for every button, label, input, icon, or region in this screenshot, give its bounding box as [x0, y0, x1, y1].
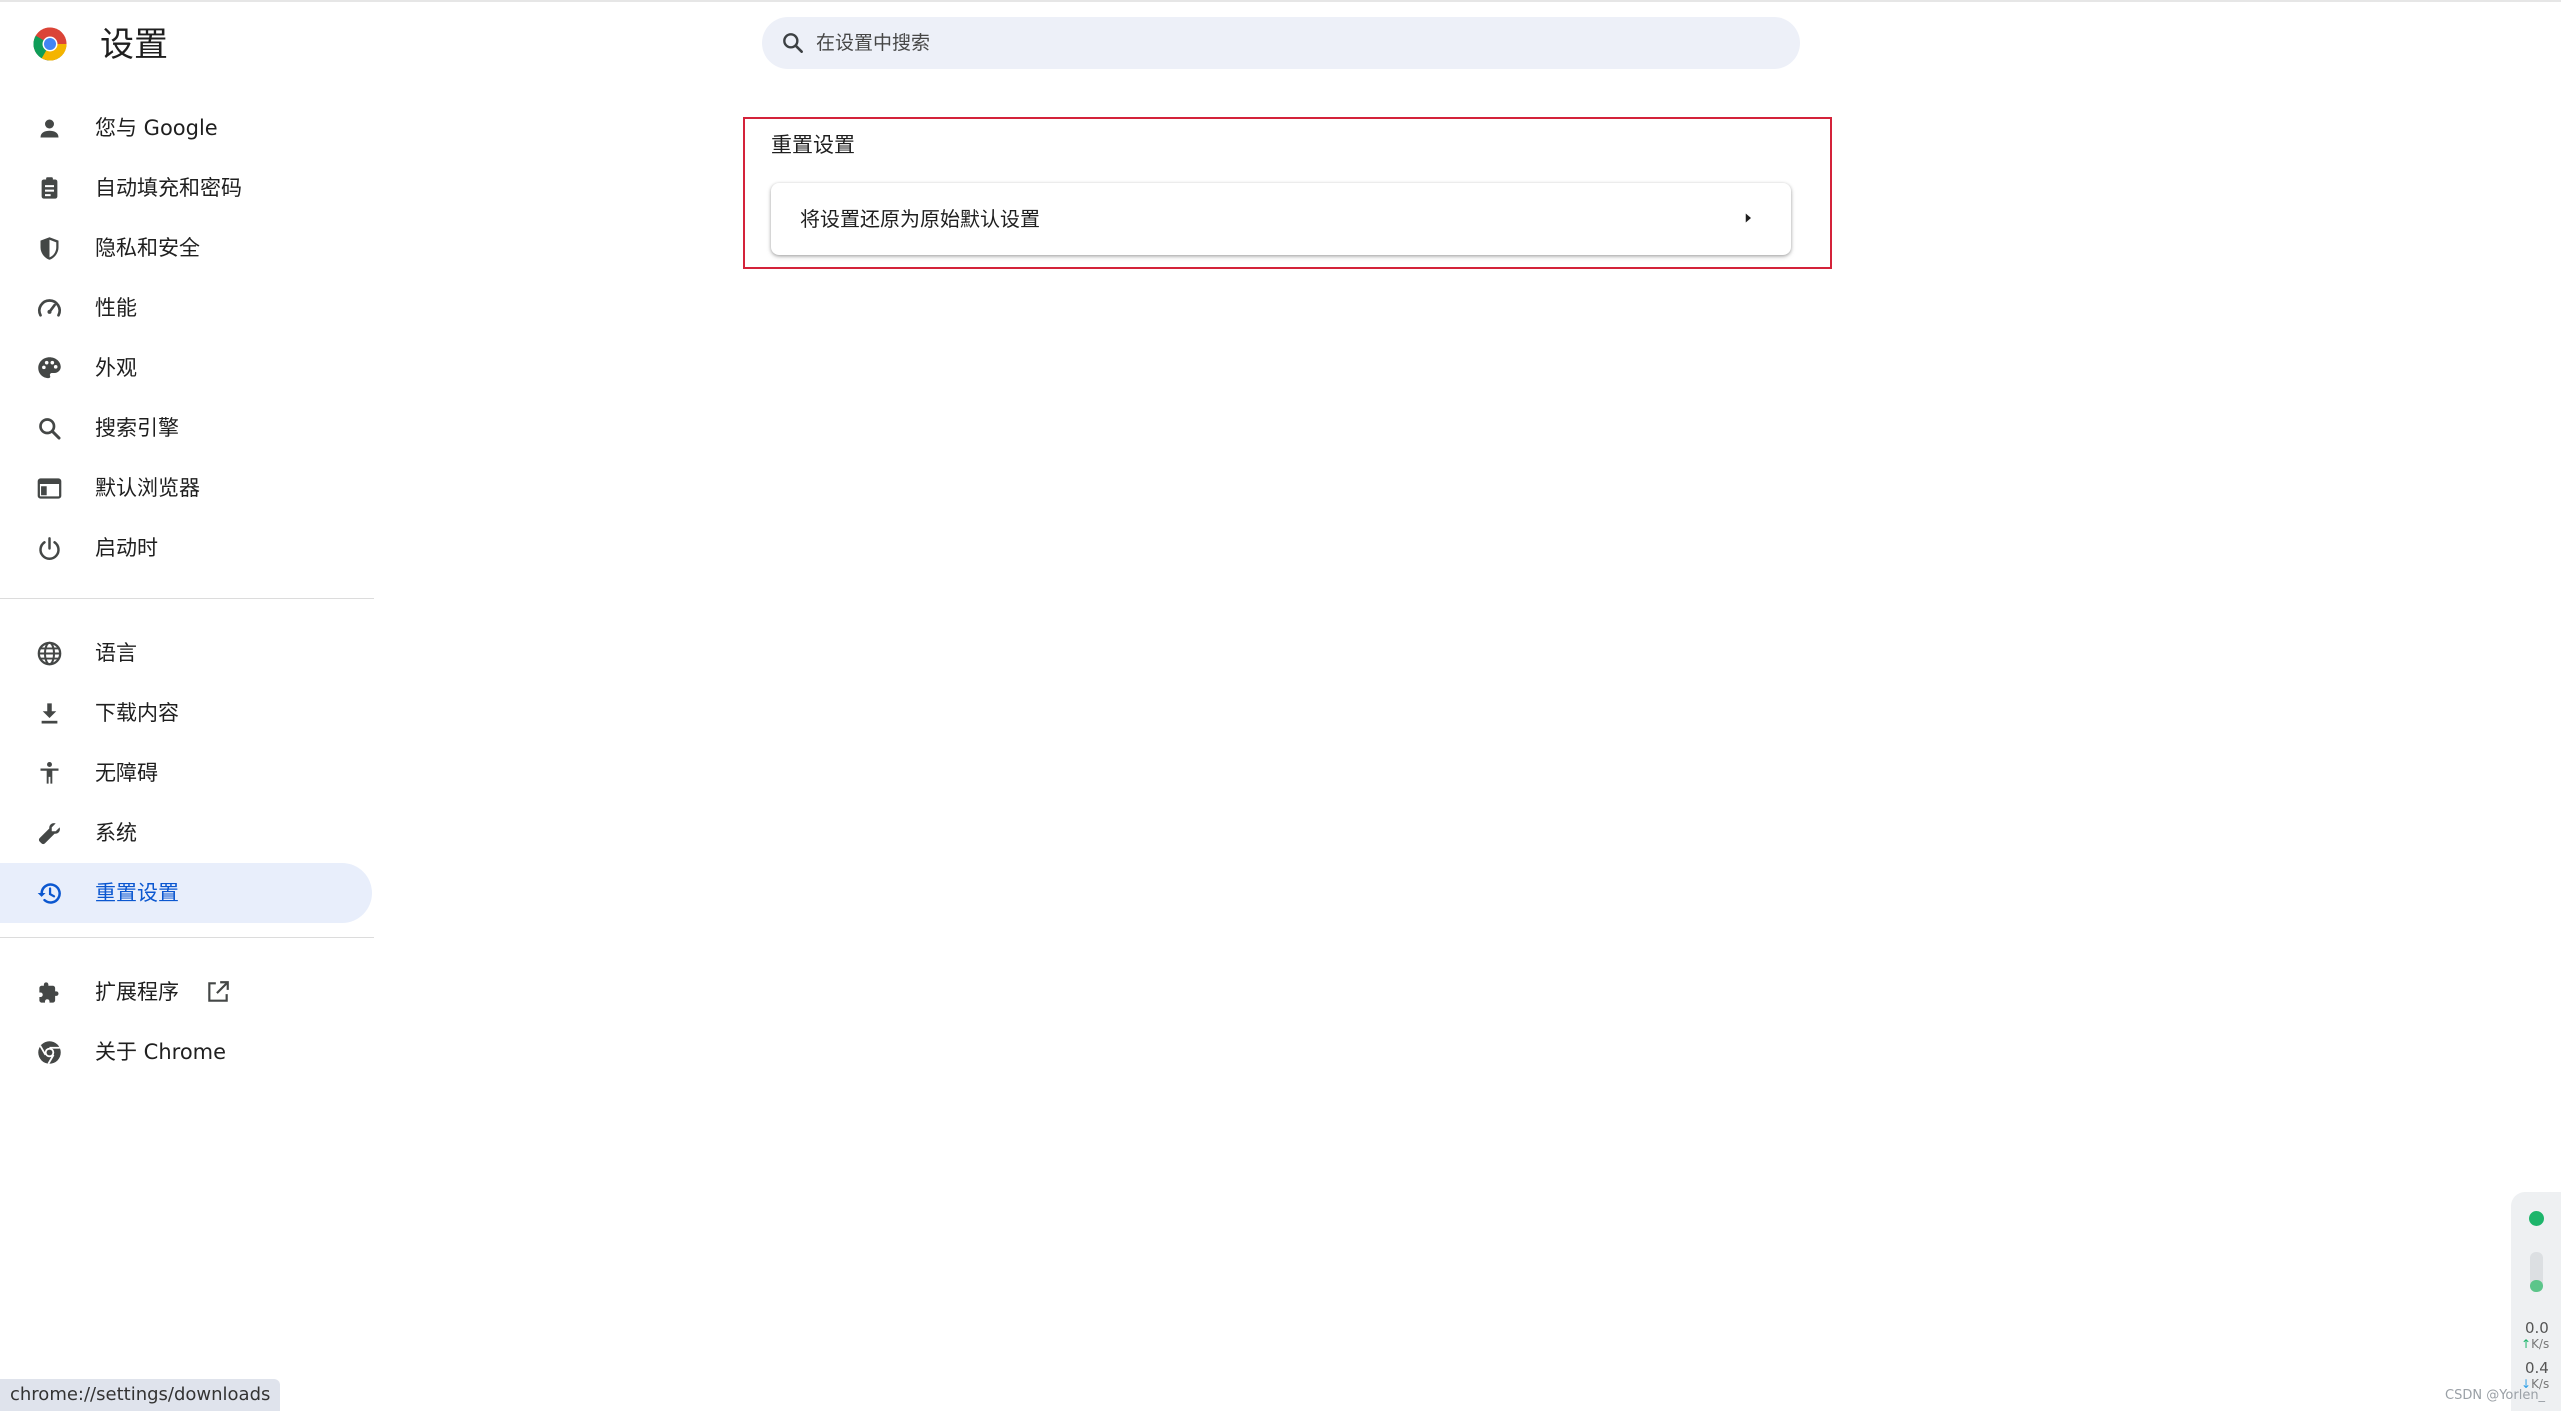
sidebar-item-privacy[interactable]: 隐私和安全: [0, 218, 372, 278]
sidebar-item-about-chrome[interactable]: 关于 Chrome: [0, 1022, 372, 1082]
section-title: 重置设置: [771, 133, 855, 157]
sidebar-item-label: 下载内容: [95, 701, 179, 725]
upload-arrow-icon: ↑: [2521, 1337, 2532, 1351]
browser-window-icon: [37, 478, 62, 499]
history-icon: [37, 883, 61, 904]
shield-icon: [40, 237, 59, 260]
sidebar-item-extensions[interactable]: 扩展程序: [0, 962, 372, 1022]
sidebar-item-on-startup[interactable]: 启动时: [0, 518, 372, 578]
sidebar-item-system[interactable]: 系统: [0, 803, 372, 863]
person-icon: [40, 119, 59, 138]
accessibility-icon: [40, 762, 59, 784]
sidebar-item-performance[interactable]: 性能: [0, 278, 372, 338]
top-border: [0, 0, 2561, 2]
download-icon: [41, 703, 58, 724]
sidebar-item-label: 关于 Chrome: [95, 1040, 227, 1064]
sidebar-item-label: 默认浏览器: [95, 476, 200, 500]
sidebar-item-search-engine[interactable]: 搜索引擎: [0, 398, 372, 458]
sidebar-item-label: 启动时: [95, 536, 158, 560]
watermark: CSDN @Yorlen_: [2445, 1388, 2546, 1403]
sidebar-item-reset-settings[interactable]: 重置设置: [0, 863, 372, 923]
status-dot: [2529, 1211, 2544, 1226]
chrome-logo-icon: [33, 27, 67, 61]
sidebar-nav: 您与 Google 自动填充和密码 隐私和安全 性能 外观 搜索引擎 默认浏览器…: [0, 98, 374, 1082]
sidebar-item-label: 搜索引擎: [95, 416, 179, 440]
sidebar-item-languages[interactable]: 语言: [0, 623, 372, 683]
sidebar-item-appearance[interactable]: 外观: [0, 338, 372, 398]
sidebar-item-label: 您与 Google: [95, 116, 218, 140]
reset-settings-card: 将设置还原为原始默认设置: [771, 183, 1791, 255]
wrench-icon: [38, 823, 60, 845]
sidebar-item-label: 自动填充和密码: [95, 176, 242, 200]
sidebar-divider: [0, 598, 374, 599]
download-speed-value: 0.4: [2525, 1359, 2549, 1377]
sidebar-divider: [0, 937, 374, 938]
speedometer-icon: [38, 299, 61, 317]
sidebar-item-label: 外观: [95, 356, 137, 380]
usage-bar: [2530, 1252, 2543, 1292]
palette-icon: [38, 357, 61, 379]
usage-bar-fill: [2530, 1280, 2543, 1292]
network-monitor-widget[interactable]: 0.0 ↑K/s 0.4 ↓K/s: [2511, 1192, 2561, 1411]
globe-icon: [37, 641, 62, 666]
clipboard-icon: [41, 177, 58, 199]
upload-unit-text: K/s: [2531, 1337, 2550, 1351]
upload-speed-value: 0.0: [2525, 1319, 2549, 1337]
page-title: 设置: [100, 25, 168, 65]
sidebar-item-label: 语言: [95, 641, 137, 665]
sidebar-item-downloads[interactable]: 下载内容: [0, 683, 372, 743]
search-icon: [783, 33, 803, 53]
power-icon: [39, 537, 60, 560]
sidebar-item-label: 隐私和安全: [95, 236, 200, 260]
arrow-right-icon: [1745, 213, 1751, 223]
restore-defaults-label: 将设置还原为原始默认设置: [800, 207, 1040, 231]
sidebar-item-accessibility[interactable]: 无障碍: [0, 743, 372, 803]
sidebar-item-label: 扩展程序: [95, 980, 179, 1004]
search-icon: [39, 418, 61, 440]
search-bar[interactable]: [762, 17, 1800, 69]
restore-defaults-row[interactable]: 将设置还原为原始默认设置: [771, 183, 1791, 255]
chrome-outline-icon: [38, 1041, 61, 1065]
sidebar-item-default-browser[interactable]: 默认浏览器: [0, 458, 372, 518]
sidebar-item-you-and-google[interactable]: 您与 Google: [0, 98, 372, 158]
open-in-new-icon[interactable]: [205, 979, 231, 1005]
sidebar-item-label: 系统: [95, 821, 137, 845]
search-input[interactable]: [816, 23, 1776, 63]
status-bar-url: chrome://settings/downloads: [0, 1379, 281, 1411]
settings-page: 设置 您与 Google 自动填充和密码: [0, 0, 2561, 1411]
sidebar-item-label: 重置设置: [95, 881, 179, 905]
sidebar-item-label: 无障碍: [95, 761, 158, 785]
puzzle-icon: [39, 982, 59, 1003]
sidebar-item-autofill[interactable]: 自动填充和密码: [0, 158, 372, 218]
upload-speed-unit: ↑K/s: [2521, 1337, 2549, 1351]
sidebar-item-label: 性能: [95, 296, 137, 320]
